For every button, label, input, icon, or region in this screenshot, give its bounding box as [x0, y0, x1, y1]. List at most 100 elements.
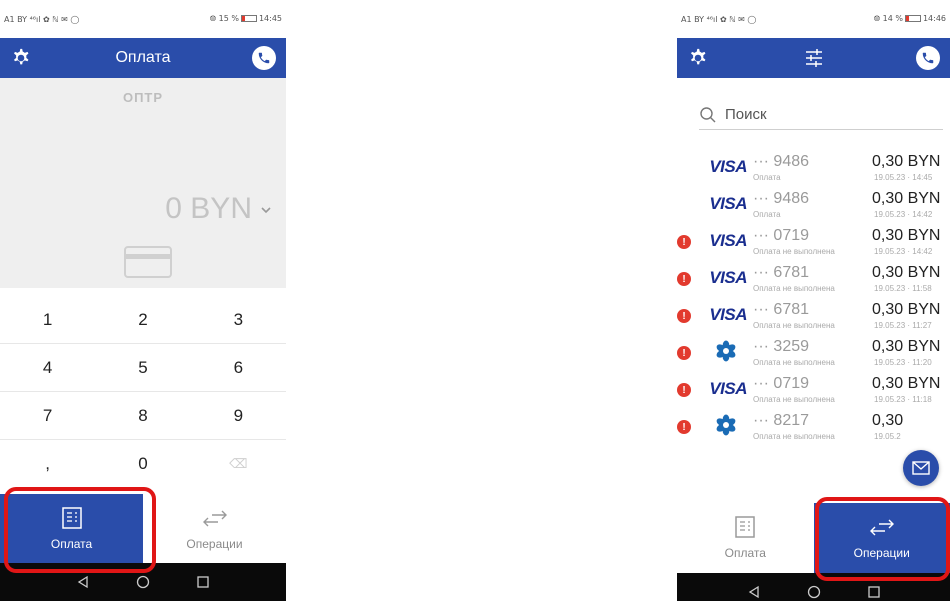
visa-logo: VISA [709, 157, 747, 176]
nav-tab-payment[interactable]: Оплата [677, 503, 814, 573]
system-navigation-bar [677, 573, 950, 601]
key-1[interactable]: 1 [0, 296, 95, 343]
transaction-status: Оплата [753, 173, 781, 182]
filter-icon[interactable] [803, 47, 825, 69]
swap-arrows-icon [869, 519, 894, 536]
card-number: ··· 6781 [753, 301, 810, 318]
nav-tab-payment[interactable]: Оплата [0, 494, 143, 564]
key-2[interactable]: 2 [95, 296, 190, 343]
key-8[interactable]: 8 [95, 392, 190, 439]
keypad-row: 7 8 9 [0, 392, 286, 440]
status-indicators: A1 BY ⁴⁶ıl ✿ ℕ ✉ ◯ [681, 14, 757, 24]
transaction-row[interactable]: ! VISA ··· 6781 Оплата не выполнена 0,30 BYN… [677, 264, 950, 302]
transaction-row[interactable]: ! VISA ··· 6781 Оплата не выполнена 0,30 BYN… [677, 301, 950, 339]
key-7[interactable]: 7 [0, 392, 95, 439]
transaction-time: 19.05.23 · 14:42 [874, 247, 933, 256]
transaction-time: 19.05.23 · 11:58 [874, 284, 932, 293]
transaction-status: Оплата не выполнена [753, 247, 835, 256]
card-number: ··· 0719 [753, 375, 810, 392]
message-button[interactable] [903, 450, 939, 486]
visa-logo: VISA [709, 194, 747, 213]
amount-panel: ОПТР 0 BYN [0, 78, 286, 288]
transaction-amount: 0,30 BYN [872, 227, 941, 244]
bottom-navigation: Оплата Операции [677, 503, 950, 573]
phone-icon [922, 52, 934, 64]
back-icon[interactable] [747, 585, 761, 599]
visa-logo: VISA [709, 379, 747, 398]
transaction-status: Оплата [753, 210, 781, 219]
numeric-keypad: 1 2 3 4 5 6 7 8 9 , 0 ⌫ [0, 296, 286, 488]
phone-icon [258, 52, 270, 64]
gear-icon[interactable] [10, 47, 32, 69]
card-number: ··· 6781 [753, 264, 810, 281]
transaction-amount: 0,30 BYN [872, 301, 941, 318]
recents-icon[interactable] [867, 585, 881, 599]
nav-tab-label: Оплата [50, 537, 93, 551]
app-header: Оплата [0, 38, 286, 78]
status-right: ⨷ 15 % 14:45 [209, 14, 282, 23]
nav-tab-label: Операции [186, 537, 243, 551]
nav-tab-label: Операции [853, 546, 910, 560]
card-number: ··· 9486 [753, 153, 810, 170]
status-time: 14:46 [922, 14, 946, 23]
nav-tab-operations[interactable]: Операции [813, 503, 950, 573]
payment-screen: A1 BY ⁴⁶ıl ✿ ℕ ✉ ◯ ⨷ 15 % 14:45 Оплата ОП… [0, 0, 286, 601]
key-5[interactable]: 5 [95, 344, 190, 391]
belkart-logo-icon [716, 414, 736, 436]
transaction-time: 19.05.23 · 14:45 [874, 173, 933, 182]
transaction-amount: 0,30 [872, 412, 904, 429]
transaction-row[interactable]: VISA ··· 9486 Оплата 0,30 BYN 19.05.23 · 14:… [677, 190, 950, 228]
recents-icon[interactable] [196, 575, 210, 589]
transaction-time: 19.05.23 · 11:20 [874, 358, 932, 367]
key-3[interactable]: 3 [191, 296, 286, 343]
status-time: 14:45 [258, 14, 282, 23]
visa-logo: VISA [709, 231, 747, 250]
key-4[interactable]: 4 [0, 344, 95, 391]
system-navigation-bar [0, 563, 286, 601]
key-9[interactable]: 9 [191, 392, 286, 439]
page-title: Оплата [115, 49, 171, 66]
transaction-status: Оплата не выполнена [753, 432, 835, 441]
home-icon[interactable] [136, 575, 150, 589]
key-6[interactable]: 6 [191, 344, 286, 391]
key-comma[interactable]: , [0, 440, 95, 488]
call-button[interactable] [252, 46, 276, 70]
amount-display: 0 BYN [165, 192, 252, 225]
backspace-key[interactable]: ⌫ [191, 440, 286, 488]
app-header [677, 38, 950, 78]
home-icon[interactable] [807, 585, 821, 599]
transaction-amount: 0,30 BYN [872, 153, 941, 170]
status-bar: A1 BY ⁴⁶ıl ✿ ℕ ✉ ◯ ⨷ 14 % 14:46 [677, 9, 950, 29]
transaction-row[interactable]: VISA ··· 9486 Оплата 0,30 BYN 19.05.23 · 14:… [677, 153, 950, 191]
transaction-row[interactable]: ! ··· 3259 Оплата не выполнена 0,30 BYN 19.0… [677, 338, 950, 376]
error-icon: ! [677, 309, 691, 323]
card-number: ··· 8217 [753, 412, 810, 429]
chevron-down-icon[interactable] [260, 204, 272, 216]
transaction-row[interactable]: ! ··· 8217 Оплата не выполнена 0,30 19.05.2 [677, 412, 950, 450]
transaction-amount: 0,30 BYN [872, 190, 941, 207]
battery-icon [240, 15, 257, 22]
transaction-amount: 0,30 BYN [872, 338, 941, 355]
gear-icon[interactable] [687, 47, 709, 69]
receipt-icon [61, 507, 82, 529]
transaction-time: 19.05.23 · 14:42 [874, 210, 933, 219]
error-icon: ! [677, 235, 691, 249]
transaction-status: Оплата не выполнена [753, 284, 835, 293]
envelope-icon [912, 461, 930, 475]
transaction-row[interactable]: ! VISA ··· 0719 Оплата не выполнена 0,30 BYN… [677, 375, 950, 413]
transaction-status: Оплата не выполнена [753, 358, 835, 367]
key-0[interactable]: 0 [95, 440, 190, 488]
card-number: ··· 9486 [753, 190, 810, 207]
search-icon [700, 106, 716, 122]
nav-tab-operations[interactable]: Операции [143, 494, 286, 564]
transaction-row[interactable]: ! VISA ··· 0719 Оплата не выполнена 0,30 BYN… [677, 227, 950, 265]
card-icon [124, 246, 172, 278]
card-number: ··· 3259 [753, 338, 810, 355]
keypad-row: , 0 ⌫ [0, 440, 286, 488]
back-icon[interactable] [76, 575, 90, 589]
status-indicators: A1 BY ⁴⁶ıl ✿ ℕ ✉ ◯ [4, 14, 80, 24]
error-icon: ! [677, 383, 691, 397]
search-input[interactable]: Поиск [699, 100, 943, 130]
call-button[interactable] [916, 46, 940, 70]
status-right: ⨷ 14 % 14:46 [873, 14, 946, 23]
